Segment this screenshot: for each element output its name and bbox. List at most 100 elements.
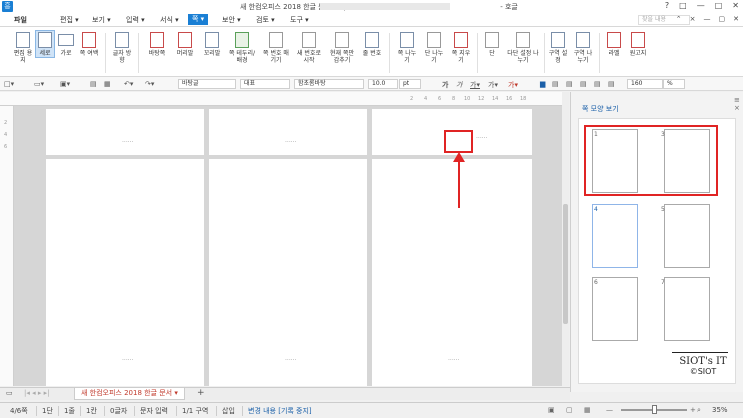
- zoom-slider-handle[interactable]: [652, 405, 657, 414]
- tab-nav-icon[interactable]: |◂ ◂ ▸ ▸|: [24, 389, 49, 397]
- delete-page-button[interactable]: 쪽 지우기: [450, 32, 472, 64]
- status-input-mode: 문자 입력: [140, 407, 168, 415]
- align-justify-icon[interactable]: ▆: [540, 80, 545, 88]
- status-separator: [176, 406, 177, 416]
- undo-icon[interactable]: ↶▾: [124, 80, 133, 88]
- align-left-icon[interactable]: ▤: [552, 80, 559, 88]
- status-track-changes[interactable]: 변경 내용 [기록 중지]: [248, 406, 312, 416]
- columns-button[interactable]: 단: [484, 32, 500, 57]
- align-center-icon[interactable]: ▤: [580, 80, 587, 88]
- thumbnail-page-7[interactable]: 7: [661, 277, 710, 341]
- page-1[interactable]: ......: [46, 109, 204, 155]
- ribbon: 편집 용지 세로 가로 쪽 여백 글자 방향 바탕쪽 머리말 꼬리말 쪽 테두리…: [0, 27, 743, 77]
- close-button[interactable]: ✕: [732, 1, 739, 10]
- page-6[interactable]: ......: [372, 159, 532, 386]
- page-break-icon: [400, 32, 414, 48]
- zoom-input[interactable]: 160: [627, 79, 663, 89]
- preview-icon[interactable]: ▦: [104, 80, 111, 88]
- bold-button[interactable]: 가: [442, 80, 448, 90]
- doc-restore-icon[interactable]: ▢: [719, 15, 726, 23]
- tab-list-icon[interactable]: ▭: [6, 389, 13, 397]
- multi-column-button[interactable]: 다단 설정 나누기: [506, 32, 540, 64]
- add-tab-button[interactable]: +: [197, 388, 205, 398]
- hancom-logo-icon[interactable]: 흥: [2, 1, 13, 12]
- align-distribute-icon[interactable]: ▤: [594, 80, 601, 88]
- thumbnail-page-6[interactable]: 6: [592, 277, 638, 341]
- doc-close-icon[interactable]: ✕: [733, 15, 739, 23]
- page-border-button[interactable]: 쪽 테두리/ 배경: [226, 32, 258, 64]
- section-break-button[interactable]: 구역 나누기: [572, 32, 594, 64]
- thumbnail-page-5[interactable]: 5: [661, 204, 710, 268]
- font-color-button[interactable]: 가▾: [508, 80, 518, 90]
- new-number-button[interactable]: 새 번호로 시작: [294, 32, 324, 64]
- font-size-input[interactable]: 10.0: [368, 79, 398, 89]
- help-icon[interactable]: ?: [665, 1, 669, 10]
- section-setup-button[interactable]: 구역 설정: [548, 32, 568, 64]
- thumbnail-page-4[interactable]: 4: [592, 204, 638, 268]
- view-normal-icon[interactable]: ▣: [548, 406, 555, 414]
- line-number-button[interactable]: 줄 번호: [362, 32, 382, 57]
- view-page-icon[interactable]: ▦: [584, 406, 591, 414]
- zoom-search-icon[interactable]: ⌕: [697, 406, 701, 415]
- tab-document[interactable]: 새 한컴오피스 2018 한글 문서 ▾: [74, 388, 185, 400]
- status-line: 1줄: [64, 407, 75, 415]
- column-break-button[interactable]: 단 나누기: [423, 32, 445, 64]
- new-doc-icon[interactable]: □▾: [4, 80, 14, 88]
- zoom-out-icon[interactable]: —: [606, 406, 613, 414]
- zoom-in-icon[interactable]: +: [690, 406, 696, 414]
- footer-button[interactable]: 꼬리말: [200, 32, 224, 57]
- scrollbar-thumb[interactable]: [563, 204, 568, 324]
- document-area[interactable]: 2 4 6 8 10 12 14 16 18 2 4 6 ...... ....…: [0, 92, 568, 386]
- header-button[interactable]: 머리말: [172, 32, 198, 57]
- landscape-button[interactable]: 가로: [56, 32, 76, 57]
- page-4[interactable]: ......: [46, 159, 204, 386]
- page-break-button[interactable]: 쪽 나누기: [396, 32, 418, 64]
- align-right-icon[interactable]: ▤: [566, 80, 573, 88]
- menu-page[interactable]: 쪽 ▾: [188, 14, 209, 25]
- status-page[interactable]: 4/6쪽: [10, 406, 28, 416]
- collapse-icon[interactable]: ⌃: [676, 15, 682, 23]
- menu-view[interactable]: 보기 ▾: [92, 15, 111, 25]
- margin-button[interactable]: 쪽 여백: [78, 32, 100, 57]
- language-select[interactable]: 대표: [240, 79, 290, 89]
- menu-security[interactable]: 보안 ▾: [222, 15, 241, 25]
- strikethrough-button[interactable]: 가▾: [488, 80, 498, 90]
- align-divide-icon[interactable]: ▤: [608, 80, 615, 88]
- page-2[interactable]: ......: [209, 109, 367, 155]
- master-page-button[interactable]: 바탕쪽: [144, 32, 170, 57]
- style-select[interactable]: 바탕글: [178, 79, 236, 89]
- menu-insert[interactable]: 입력 ▾: [126, 15, 145, 25]
- zoom-unit-select[interactable]: %: [663, 79, 685, 89]
- menu-format[interactable]: 서식 ▾: [160, 15, 179, 25]
- page-setup-button[interactable]: 편집 용지: [12, 32, 34, 64]
- settings-x-icon[interactable]: ×: [690, 15, 696, 23]
- restore-ribbon-icon[interactable]: □: [679, 1, 687, 10]
- print-icon[interactable]: ▤: [90, 80, 97, 88]
- ruler-tick: 2: [410, 96, 414, 102]
- open-folder-icon[interactable]: ▭▾: [34, 80, 44, 88]
- panel-menu-icon[interactable]: ≡ ×: [734, 96, 743, 112]
- menu-file[interactable]: 파일: [14, 15, 27, 25]
- page-number-button[interactable]: 쪽 번호 매기기: [262, 32, 290, 64]
- minimize-button[interactable]: —: [697, 1, 705, 10]
- doc-minimize-icon[interactable]: —: [704, 15, 711, 23]
- font-unit-select[interactable]: pt: [399, 79, 421, 89]
- font-select[interactable]: 함초롬바탕: [294, 79, 364, 89]
- label-button[interactable]: 라벨: [605, 32, 623, 57]
- save-icon[interactable]: ▣▾: [60, 80, 70, 88]
- page-5[interactable]: ......: [209, 159, 367, 386]
- hide-current-page-button[interactable]: 현재 쪽만 감추기: [327, 32, 357, 64]
- text-direction-button[interactable]: 글자 방향: [111, 32, 133, 64]
- menu-tools[interactable]: 도구 ▾: [290, 15, 309, 25]
- maximize-button[interactable]: □: [715, 1, 723, 10]
- manuscript-button[interactable]: 원고지: [626, 32, 650, 57]
- menu-review[interactable]: 검토 ▾: [256, 15, 275, 25]
- menu-edit[interactable]: 편집 ▾: [60, 15, 79, 25]
- ruler-tick: 16: [506, 96, 513, 102]
- status-insert-mode[interactable]: 삽입: [222, 406, 235, 416]
- underline-button[interactable]: 가▾: [470, 80, 480, 90]
- italic-button[interactable]: 가: [456, 80, 462, 90]
- portrait-button[interactable]: 세로: [35, 30, 55, 58]
- view-web-icon[interactable]: ▢: [566, 406, 573, 414]
- redo-icon[interactable]: ↷▾: [145, 80, 154, 88]
